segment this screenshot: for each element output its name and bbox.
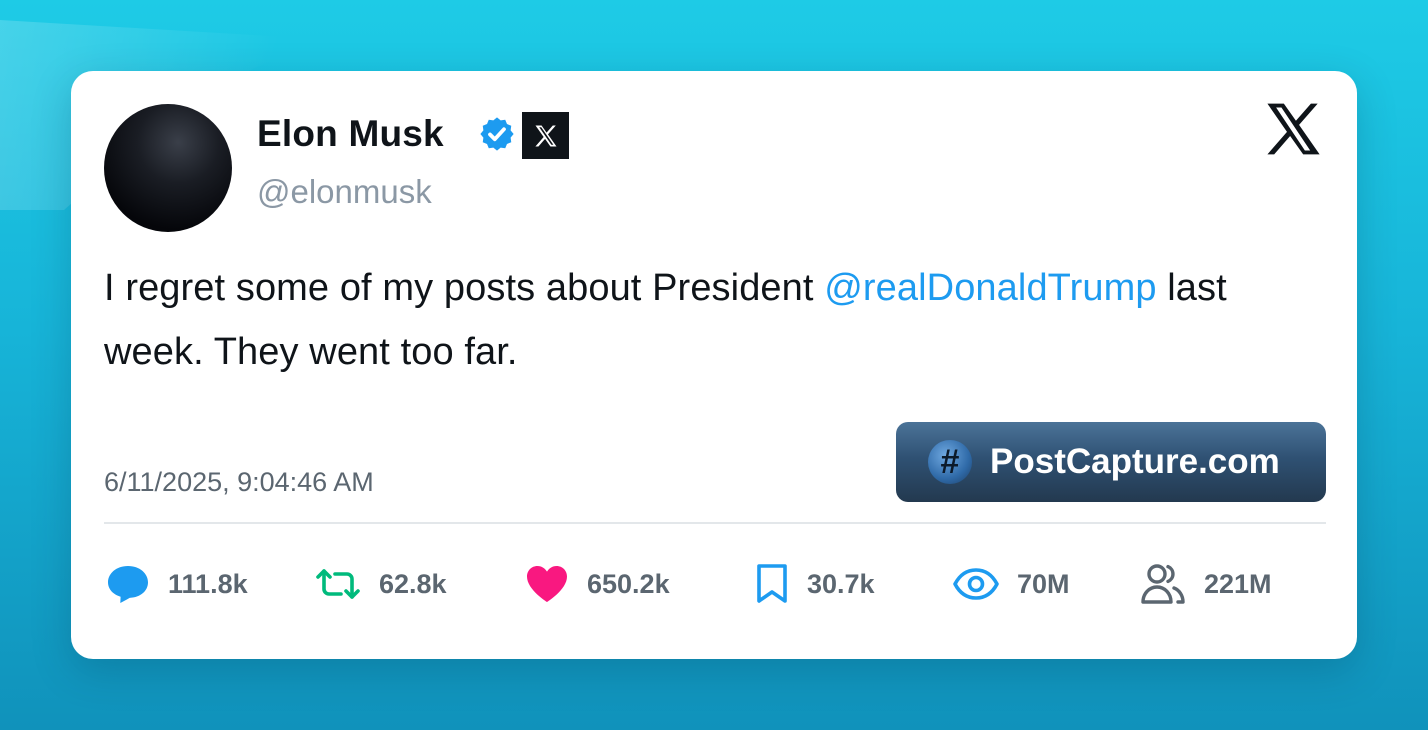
watermark-label: PostCapture.com — [990, 442, 1280, 481]
author-name[interactable]: Elon Musk — [257, 113, 444, 155]
bookmark-count: 30.7k — [807, 568, 875, 599]
hashtag-icon: # — [928, 440, 972, 484]
views-stat[interactable]: 70M — [953, 561, 1070, 607]
x-badge-icon — [522, 112, 569, 159]
reply-count: 111.8k — [168, 568, 248, 599]
timestamp[interactable]: 6/11/2025, 9:04:46 AM — [104, 467, 374, 498]
avatar[interactable] — [104, 104, 232, 232]
tweet-card: Elon Musk @elonmusk I regret some of my … — [71, 71, 1357, 659]
bookmark-stat[interactable]: 30.7k — [755, 561, 875, 607]
tweet-text-before: I regret some of my posts about Presiden… — [104, 267, 825, 309]
mention-link[interactable]: @realDonaldTrump — [824, 267, 1156, 309]
followers-stat[interactable]: 221M — [1140, 561, 1272, 607]
like-icon — [527, 566, 567, 602]
verified-icon — [480, 117, 514, 151]
bookmark-icon — [757, 564, 787, 603]
tweet-text: I regret some of my posts about Presiden… — [104, 256, 1334, 384]
like-stat[interactable]: 650.2k — [525, 561, 670, 607]
like-count: 650.2k — [587, 568, 670, 599]
views-count: 70M — [1017, 568, 1070, 599]
followers-icon — [1141, 564, 1185, 604]
repost-stat[interactable]: 62.8k — [315, 561, 447, 607]
author-handle[interactable]: @elonmusk — [257, 173, 432, 211]
reply-icon — [108, 566, 148, 603]
divider — [104, 522, 1326, 524]
x-logo-icon[interactable] — [1265, 102, 1323, 156]
views-icon — [953, 568, 999, 600]
reply-stat[interactable]: 111.8k — [106, 561, 248, 607]
repost-icon — [316, 569, 360, 599]
followers-count: 221M — [1204, 568, 1272, 599]
repost-count: 62.8k — [379, 568, 447, 599]
postcapture-watermark[interactable]: # PostCapture.com — [896, 422, 1326, 502]
